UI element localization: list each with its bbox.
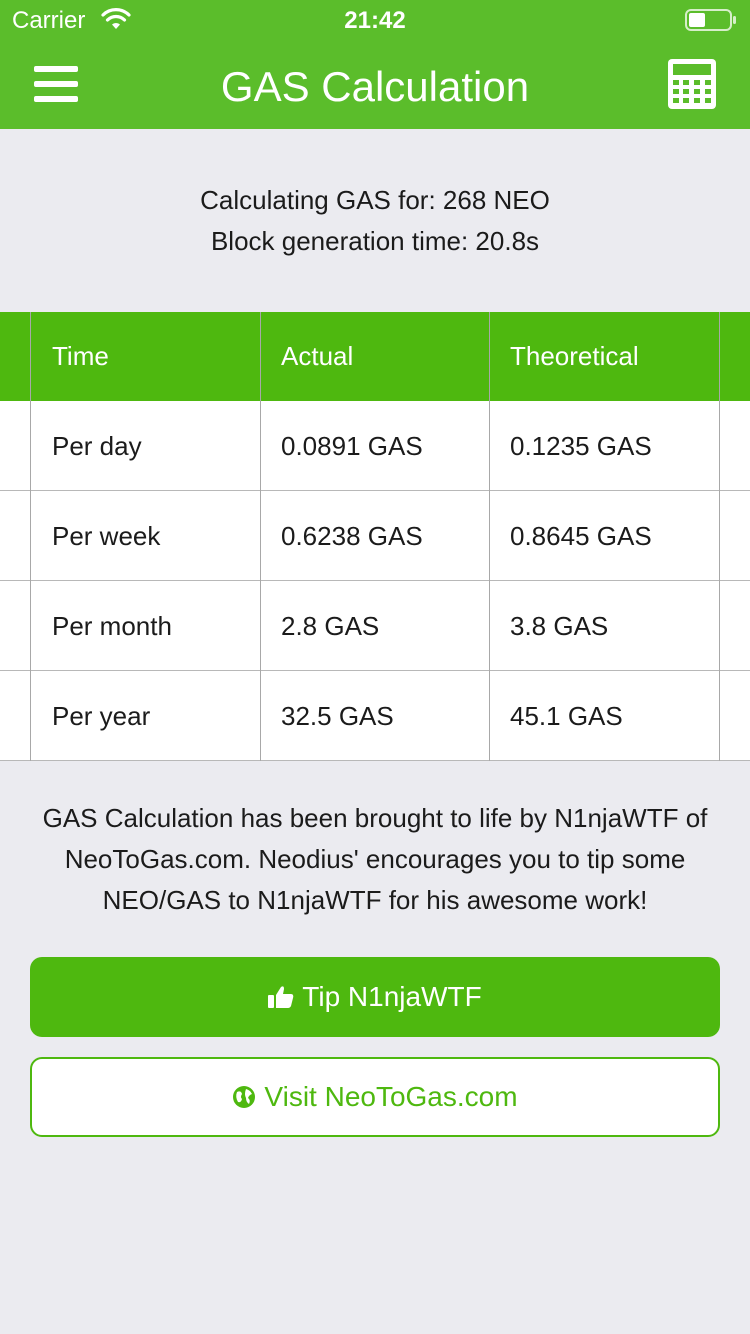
battery-icon bbox=[685, 9, 736, 31]
table-header-row: Time Actual Theoretical bbox=[0, 312, 750, 401]
visit-button-label: Visit NeoToGas.com bbox=[264, 1081, 518, 1112]
calculator-icon[interactable] bbox=[668, 59, 716, 109]
cell-actual: 32.5 GAS bbox=[281, 701, 394, 731]
tip-button[interactable]: Tip N1njaWTF bbox=[30, 957, 720, 1037]
cell-actual: 0.0891 GAS bbox=[281, 431, 423, 461]
column-header-theoretical: Theoretical bbox=[510, 341, 639, 371]
cell-actual: 0.6238 GAS bbox=[281, 521, 423, 551]
cell-actual: 2.8 GAS bbox=[281, 611, 380, 641]
cell-period: Per year bbox=[52, 701, 151, 731]
thumbs-up-icon bbox=[268, 986, 294, 1008]
cell-theoretical: 3.8 GAS bbox=[510, 611, 609, 641]
cell-period: Per day bbox=[52, 431, 142, 461]
block-time-text: Block generation time: 20.8s bbox=[210, 226, 540, 256]
table-row: Per week 0.6238 GAS 0.8645 GAS bbox=[0, 491, 750, 581]
column-divider bbox=[30, 312, 31, 761]
cell-period: Per week bbox=[52, 521, 161, 551]
page-title: GAS Calculation bbox=[220, 63, 530, 110]
cell-theoretical: 45.1 GAS bbox=[510, 701, 623, 731]
status-time: 21:42 bbox=[344, 7, 406, 34]
table-row: Per year 32.5 GAS 45.1 GAS bbox=[0, 671, 750, 761]
calculation-info: Calculating GAS for: 268 NEO Block gener… bbox=[0, 180, 750, 262]
column-divider bbox=[260, 312, 261, 761]
globe-icon bbox=[233, 1086, 256, 1108]
cell-period: Per month bbox=[52, 611, 172, 641]
cell-theoretical: 0.8645 GAS bbox=[510, 521, 652, 551]
credit-line: NEO/GAS to N1njaWTF for his awesome work… bbox=[102, 885, 648, 915]
status-bar: Carrier 21:42 bbox=[0, 0, 750, 40]
column-divider bbox=[719, 312, 720, 761]
tip-button-label: Tip N1njaWTF bbox=[302, 981, 482, 1012]
column-header-time: Time bbox=[52, 341, 109, 371]
app-header: Carrier 21:42 GAS Calculation bbox=[0, 0, 750, 129]
table-row: Per month 2.8 GAS 3.8 GAS bbox=[0, 581, 750, 671]
visit-site-button[interactable]: Visit NeoToGas.com bbox=[30, 1057, 720, 1137]
credit-line: NeoToGas.com. Neodius' encourages you to… bbox=[64, 844, 686, 874]
gas-table: Time Actual Theoretical Per day 0.0891 G… bbox=[0, 312, 750, 761]
table-row: Per day 0.0891 GAS 0.1235 GAS bbox=[0, 401, 750, 491]
column-header-actual: Actual bbox=[281, 341, 354, 371]
cell-theoretical: 0.1235 GAS bbox=[510, 431, 652, 461]
neo-amount-text: Calculating GAS for: 268 NEO bbox=[200, 185, 550, 215]
credit-line: GAS Calculation has been brought to life… bbox=[42, 803, 708, 833]
credit-text: GAS Calculation has been brought to life… bbox=[20, 798, 730, 921]
column-divider bbox=[489, 312, 490, 761]
